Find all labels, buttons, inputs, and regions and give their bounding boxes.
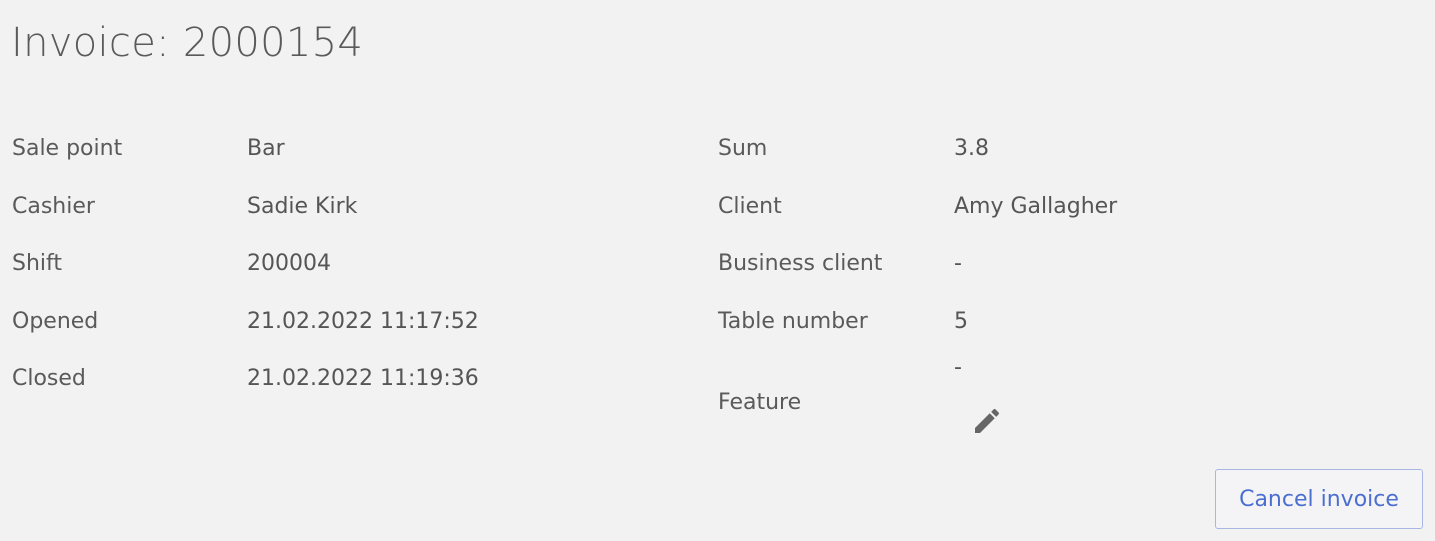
- opened-value: 21.02.2022 11:17:52: [247, 309, 479, 334]
- feature-label: Feature: [718, 390, 802, 415]
- closed-value: 21.02.2022 11:19:36: [247, 366, 479, 391]
- shift-value: 200004: [247, 251, 331, 276]
- sum-value: 3.8: [954, 136, 989, 161]
- opened-label: Opened: [12, 309, 99, 334]
- feature-value: -: [954, 355, 962, 380]
- cashier-label: Cashier: [12, 194, 95, 219]
- business-client-label: Business client: [718, 251, 883, 276]
- sale-point-label: Sale point: [12, 136, 123, 161]
- edit-feature-button[interactable]: [968, 404, 1006, 438]
- sum-label: Sum: [718, 136, 768, 161]
- cancel-invoice-button[interactable]: Cancel invoice: [1215, 469, 1423, 529]
- closed-label: Closed: [12, 366, 86, 391]
- page-title: Invoice: 2000154: [11, 20, 364, 66]
- table-number-label: Table number: [718, 309, 868, 334]
- client-label: Client: [718, 194, 782, 219]
- business-client-value: -: [954, 251, 962, 276]
- shift-label: Shift: [12, 251, 63, 276]
- cashier-value: Sadie Kirk: [247, 194, 358, 219]
- table-number-value: 5: [954, 309, 968, 334]
- sale-point-value: Bar: [247, 136, 285, 161]
- client-value: Amy Gallagher: [954, 194, 1118, 219]
- invoice-details-page: Invoice: 2000154 Sale point Bar Cashier …: [0, 0, 1435, 541]
- pencil-icon: [975, 408, 1000, 433]
